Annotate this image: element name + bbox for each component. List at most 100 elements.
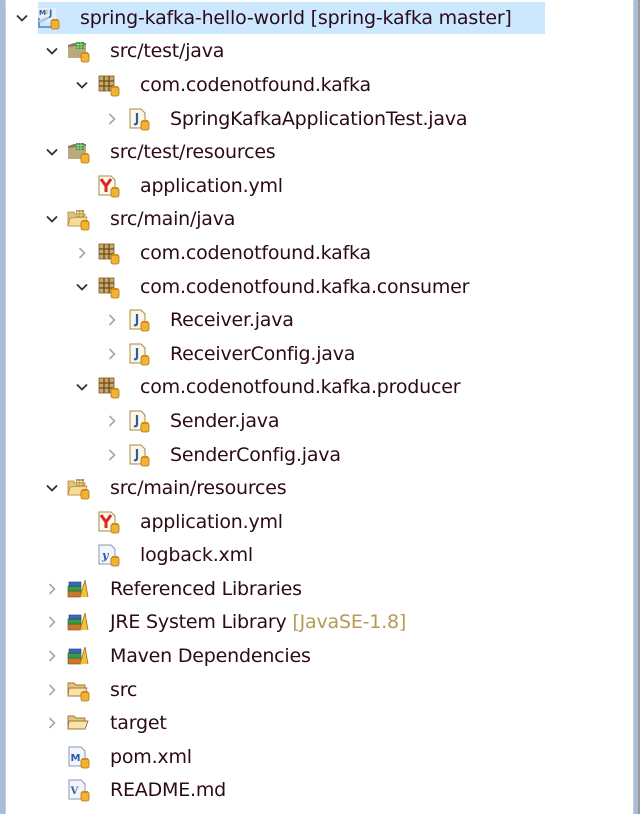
tree-item[interactable]: Maven Dependencies — [6, 639, 633, 673]
tree-item[interactable]: Sender.java — [6, 404, 633, 438]
tree-item-text: src/main/resources — [110, 477, 287, 500]
tree-item[interactable]: application.yml — [6, 505, 633, 539]
tree-item-label: logback.xml — [140, 544, 253, 566]
right-frame-border — [633, 0, 640, 814]
package-icon — [96, 73, 120, 97]
tree-item-text: Receiver.java — [170, 309, 294, 332]
tree-item[interactable]: M 2 J spring-kafka-hello-world [spring-kafk… — [6, 1, 633, 35]
yaml-file-icon — [96, 174, 120, 198]
tree-item-decoration: [JavaSE-1.8] — [286, 611, 407, 634]
chevron-right-icon[interactable] — [102, 109, 122, 129]
tree-item-label: com.codenotfound.kafka.consumer — [140, 276, 469, 298]
tree-item-label: SenderConfig.java — [170, 444, 341, 466]
java-file-icon — [126, 443, 150, 467]
java-file-icon — [126, 409, 150, 433]
chevron-right-icon[interactable] — [102, 411, 122, 431]
source-folder-open-icon — [66, 207, 90, 231]
tree-item[interactable]: y logback.xml — [6, 539, 633, 573]
chevron-down-icon[interactable] — [42, 478, 62, 498]
chevron-right-icon[interactable] — [102, 445, 122, 465]
source-folder-icon — [66, 140, 90, 164]
markdown-file-icon: V — [66, 778, 90, 802]
tree-item[interactable]: V README.md — [6, 774, 633, 808]
tree-item-text: com.codenotfound.kafka.producer — [140, 376, 461, 399]
folder-plain-icon — [66, 711, 90, 735]
tree-item[interactable]: target — [6, 706, 633, 740]
tree-item[interactable]: Receiver.java — [6, 303, 633, 337]
tree-item-text: com.codenotfound.kafka — [140, 241, 371, 264]
tree-item-label: ReceiverConfig.java — [170, 343, 355, 365]
tree-item[interactable]: SenderConfig.java — [6, 438, 633, 472]
source-folder-icon — [66, 39, 90, 63]
java-file-icon — [126, 308, 150, 332]
chevron-right-icon[interactable] — [102, 310, 122, 330]
chevron-down-icon[interactable] — [72, 75, 92, 95]
tree-item-label: Referenced Libraries — [110, 578, 302, 600]
chevron-right-icon[interactable] — [42, 713, 62, 733]
tree-item-label: application.yml — [140, 511, 283, 533]
chevron-right-icon[interactable] — [42, 680, 62, 700]
tree-item[interactable]: ReceiverConfig.java — [6, 337, 633, 371]
tree-item-label: pom.xml — [110, 746, 192, 768]
tree-item-label: spring-kafka-hello-world [spring-kafka m… — [80, 7, 512, 29]
tree-item[interactable]: Referenced Libraries — [6, 572, 633, 606]
chevron-right-icon[interactable] — [72, 243, 92, 263]
tree-item[interactable]: src/main/resources — [6, 471, 633, 505]
tree-item-text: README.md — [110, 779, 227, 802]
svg-text:2: 2 — [45, 10, 48, 16]
folder-icon — [66, 678, 90, 702]
tree-item[interactable]: JRE System Library [JavaSE-1.8] — [6, 606, 633, 640]
tree-item-label: JRE System Library [JavaSE-1.8] — [110, 611, 406, 633]
tree-item[interactable]: src — [6, 673, 633, 707]
tree-item-label: Receiver.java — [170, 309, 294, 331]
tree-item-text: SpringKafkaApplicationTest.java — [170, 107, 468, 130]
chevron-down-icon[interactable] — [42, 142, 62, 162]
package-icon — [96, 275, 120, 299]
tree-item[interactable]: Mpom.xml — [6, 740, 633, 774]
chevron-right-icon[interactable] — [42, 646, 62, 666]
tree-item-label: src/test/resources — [110, 141, 276, 163]
tree-item[interactable]: application.yml — [6, 169, 633, 203]
tree-item-label: com.codenotfound.kafka — [140, 242, 371, 264]
tree-item-text: src/test/resources — [110, 141, 276, 164]
tree-item-label: src/test/java — [110, 40, 224, 62]
tree-item-label: com.codenotfound.kafka.producer — [140, 376, 461, 399]
chevron-down-icon[interactable] — [12, 8, 32, 28]
tree-item[interactable]: SpringKafkaApplicationTest.java — [6, 102, 633, 136]
tree-item-text: spring-kafka-hello-world [spring-kafka m… — [80, 6, 512, 29]
chevron-down-icon[interactable] — [72, 377, 92, 397]
source-folder-open-icon — [66, 476, 90, 500]
library-icon — [66, 610, 90, 634]
library-icon — [66, 644, 90, 668]
tree-item-text: ReceiverConfig.java — [170, 342, 356, 365]
tree-item-text: application.yml — [140, 510, 283, 533]
chevron-down-icon[interactable] — [72, 277, 92, 297]
tree-item-text: Referenced Libraries — [110, 577, 302, 600]
tree-item-label: SpringKafkaApplicationTest.java — [170, 107, 468, 130]
tree-item-text: SenderConfig.java — [170, 443, 341, 466]
tree-item[interactable]: com.codenotfound.kafka.consumer — [6, 270, 633, 304]
tree-item-text: logback.xml — [140, 544, 253, 567]
yaml-file-icon — [96, 510, 120, 534]
chevron-right-icon[interactable] — [42, 579, 62, 599]
chevron-down-icon[interactable] — [42, 41, 62, 61]
tree-item-label: application.yml — [140, 175, 283, 197]
svg-text:J: J — [48, 9, 52, 19]
tree-item-label: Sender.java — [170, 410, 279, 432]
tree-item[interactable]: com.codenotfound.kafka — [6, 236, 633, 270]
tree-item[interactable]: com.codenotfound.kafka — [6, 68, 633, 102]
maven-project-icon: M2J — [36, 6, 60, 30]
tree-item[interactable]: src/main/java — [6, 203, 633, 237]
tree-item[interactable]: src/test/resources — [6, 135, 633, 169]
tree-item-text: src/main/java — [110, 208, 236, 231]
chevron-right-icon[interactable] — [102, 344, 122, 364]
chevron-right-icon[interactable] — [42, 612, 62, 632]
tree-item-text: com.codenotfound.kafka.consumer — [140, 275, 470, 298]
package-explorer-tree[interactable]: M 2 J spring-kafka-hello-world [spring-kafk… — [6, 1, 633, 807]
tree-item-label: src/main/java — [110, 208, 235, 230]
tree-item-text: src — [110, 678, 138, 701]
tree-item[interactable]: src/test/java — [6, 35, 633, 69]
tree-item-label: com.codenotfound.kafka — [140, 74, 371, 96]
chevron-down-icon[interactable] — [42, 209, 62, 229]
tree-item[interactable]: com.codenotfound.kafka.producer — [6, 371, 633, 405]
